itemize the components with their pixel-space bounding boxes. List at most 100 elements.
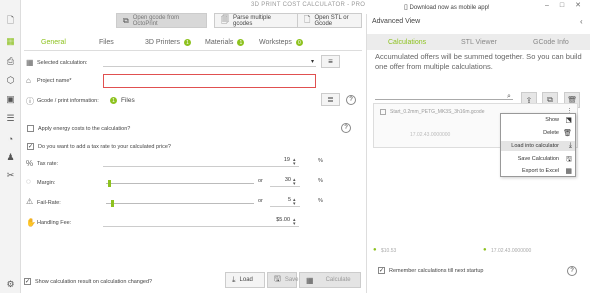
remember-label: Remember calculations till next startup (389, 268, 484, 274)
calculator-small-icon: ▦ (26, 58, 34, 67)
worksteps-count-badge: 0 (295, 39, 303, 46)
mobile-phone-icon: ▯ (404, 4, 408, 11)
tab-materials[interactable]: Materials 1 (205, 39, 245, 46)
menu-item-export[interactable]: Export to Excel (522, 168, 559, 174)
left-sidebar: 🗋 ▦ ⎙ ⬡ ▣ ☰ ◔ ♟ ✂ ⚙ (0, 0, 21, 293)
calculations-description: Accumulated offers will be summed togeth… (375, 52, 582, 71)
show-icon: ⬔ (565, 117, 572, 124)
energy-help-icon[interactable]: ? (341, 123, 351, 133)
open-file-button[interactable]: 🗋 Open STL or Gcode (297, 13, 362, 28)
tools-icon[interactable]: ✂ (5, 170, 16, 181)
load-button[interactable]: ⤓ Load (225, 272, 265, 288)
tab-gcode-info[interactable]: GCode Info (533, 39, 569, 46)
people-icon[interactable]: ♟ (5, 152, 16, 163)
search-icon[interactable]: ⌕ (507, 93, 511, 101)
show-result-label: Show calculation result on calculation c… (35, 279, 153, 285)
load-icon: ⤓ (232, 275, 236, 284)
tab-calculations[interactable]: Calculations (388, 39, 426, 46)
printers-count-badge: 1 (184, 39, 192, 46)
total-amount: $10.53 (381, 248, 397, 254)
card-subtitle: 17.02.43.0000000 (410, 132, 451, 138)
calc-search-field[interactable] (375, 99, 513, 100)
project-name-input[interactable] (103, 74, 316, 88)
tax-checkbox[interactable]: ✓ (27, 143, 34, 150)
files-count-badge: 1 (110, 97, 117, 104)
document-icon[interactable]: 🗋 (5, 15, 16, 26)
tab-general[interactable]: General (41, 39, 66, 46)
menu-item-delete[interactable]: Delete (543, 130, 559, 136)
gauge-icon[interactable]: ◔ (5, 133, 16, 144)
mobile-app-link[interactable]: ▯ Download now as mobile app! (404, 3, 490, 11)
help-icon[interactable]: ? (346, 95, 356, 105)
box-icon[interactable]: ▣ (5, 94, 16, 105)
margin-stepper[interactable]: ▴ ▾ (293, 178, 296, 187)
selected-calc-label: Selected calculation: (37, 60, 88, 66)
time-icon: ● (483, 247, 487, 253)
tab-stl-viewer[interactable]: STL Viewer (461, 39, 497, 46)
parse-multiple-button[interactable]: 🗐 Parse multiple gcodes (214, 13, 298, 28)
handling-fee-input[interactable]: $5.00 (103, 217, 299, 227)
margin-slider-thumb[interactable] (108, 180, 111, 187)
calculate-button[interactable]: ▦ Calculate (299, 272, 361, 288)
margin-slider[interactable] (106, 183, 254, 184)
selected-calc-select[interactable]: ▾ (103, 57, 316, 67)
total-icon: ● (373, 247, 377, 253)
info-icon: ⓘ (26, 97, 34, 106)
gear-icon[interactable]: ⚙ (5, 279, 16, 290)
advanced-tabs: Calculations STL Viewer GCode Info (367, 34, 590, 50)
menu-item-show[interactable]: Show (545, 117, 559, 123)
context-menu: Show ⬔ Delete 🗑 Load into calculator ⤓ S… (500, 113, 576, 177)
save-button[interactable]: 🖫 Save (267, 272, 299, 288)
card-checkbox[interactable] (380, 109, 386, 115)
printer-icon[interactable]: ⎙ (5, 56, 16, 67)
clear-selection-button[interactable]: ≡ (321, 55, 340, 68)
tab-worksteps[interactable]: Worksteps 0 (259, 39, 303, 46)
close-button[interactable]: ✕ (573, 1, 583, 11)
tax-percent-sign: % (318, 158, 323, 164)
tax-rate-input[interactable]: 19 (103, 157, 299, 167)
advanced-view-heading: Advanced View (372, 18, 421, 25)
tab-3d-printers[interactable]: 3D Printers 1 (145, 39, 192, 46)
title-bar: 3D PRINT COST CALCULATOR - PRO – □ ✕ (21, 0, 590, 12)
open-octoprint-button[interactable]: ⧉ Open gcode from OctoPrint (116, 13, 207, 28)
list-icon[interactable]: ☰ (5, 113, 16, 124)
energy-checkbox[interactable] (27, 125, 34, 132)
collapse-chevron-icon[interactable]: ‹ (580, 17, 583, 26)
gcode-details-button[interactable]: ≣ (321, 93, 340, 106)
handling-fee-stepper[interactable]: ▴ ▾ (293, 218, 296, 227)
margin-or-label: or (258, 178, 263, 184)
cube-icon[interactable]: ⬡ (5, 75, 16, 86)
tab-files[interactable]: Files (99, 39, 114, 46)
handling-icon: ✋ (26, 218, 36, 227)
tax-question-label: Do you want to add a tax rate to your ca… (38, 144, 171, 150)
excel-icon: ▦ (565, 168, 572, 175)
trash-icon: 🗑 (563, 130, 572, 137)
app-title: 3D PRINT COST CALCULATOR - PRO (251, 2, 366, 8)
margin-percent-sign: % (318, 178, 323, 184)
show-result-checkbox[interactable]: ✓ (24, 278, 31, 285)
fail-rate-stepper[interactable]: ▴ ▾ (293, 198, 296, 207)
chevron-down-icon: ▾ (310, 59, 314, 65)
tax-rate-stepper[interactable]: ▴ ▾ (293, 158, 296, 167)
minimize-button[interactable]: – (542, 1, 552, 11)
save-calc-icon: 🖫 (566, 156, 572, 163)
handling-fee-label: Handling Fee: (37, 220, 72, 226)
margin-icon: ◌ (26, 177, 31, 186)
fail-rate-slider[interactable] (106, 203, 254, 204)
fail-or-label: or (258, 198, 263, 204)
save-icon: 🖫 (274, 274, 281, 283)
fail-percent-sign: % (318, 198, 323, 204)
menu-item-load[interactable]: Load into calculator (511, 143, 559, 149)
file-open-icon: 🗋 (304, 14, 311, 24)
calculator-icon[interactable]: ▦ (5, 36, 16, 47)
fail-rate-icon: ⚠ (26, 197, 34, 206)
load-calc-icon: ⤓ (568, 142, 572, 149)
tab-divider (24, 50, 362, 51)
materials-count-badge: 1 (237, 39, 245, 46)
remember-help-icon[interactable]: ? (567, 266, 577, 276)
fail-rate-slider-thumb[interactable] (111, 200, 114, 207)
maximize-button[interactable]: □ (557, 1, 567, 11)
remember-checkbox[interactable]: ✓ (378, 267, 385, 274)
files-icon: 🗐 (221, 14, 229, 24)
menu-item-save[interactable]: Save Calculation (518, 156, 559, 162)
